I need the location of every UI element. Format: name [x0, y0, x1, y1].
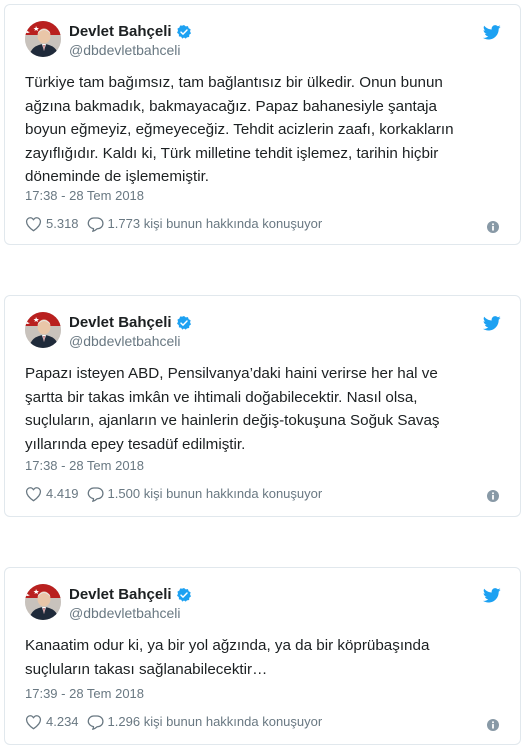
tweet-actions: 4.419 1.500 kişi bunun hakkında konuşuyo… [25, 486, 322, 502]
tweet-timestamp[interactable]: 17:38 - 28 Tem 2018 [25, 188, 144, 204]
tweet-card: Devlet Bahçeli @dbdevletbahceli Kanaatim… [4, 567, 521, 745]
display-name[interactable]: Devlet Bahçeli [69, 586, 172, 604]
tweet-text: Papazı isteyen ABD, Pensilvanya’daki hai… [25, 365, 440, 453]
avatar[interactable] [25, 21, 61, 57]
heart-icon [25, 714, 42, 730]
twitter-bird-icon[interactable] [482, 316, 501, 331]
twitter-bird-icon[interactable] [482, 25, 501, 40]
like-button[interactable]: 4.234 [25, 714, 79, 730]
conversation-link[interactable]: 1.500 kişi bunun hakkında konuşuyor [87, 486, 323, 502]
tweet-card: Devlet Bahçeli @dbdevletbahceli Türkiye … [4, 4, 521, 245]
tweet-actions: 4.234 1.296 kişi bunun hakkında konuşuyo… [25, 714, 322, 730]
avatar[interactable] [25, 312, 61, 348]
verified-badge-icon [176, 315, 192, 331]
verified-badge-icon [176, 24, 192, 40]
tweet-text: Kanaatim odur ki, ya bir yol ağzında, ya… [25, 637, 430, 678]
conversation-link[interactable]: 1.296 kişi bunun hakkında konuşuyor [87, 714, 323, 730]
like-count: 5.318 [46, 216, 79, 231]
user-handle[interactable]: @dbdevletbahceli [69, 42, 181, 58]
info-icon[interactable] [487, 220, 499, 233]
tweet-text: Türkiye tam bağımsız, tam bağlantısız bi… [25, 74, 454, 185]
conversation-link[interactable]: 1.773 kişi bunun hakkında konuşuyor [87, 216, 323, 232]
tweet-actions: 5.318 1.773 kişi bunun hakkında konuşuyo… [25, 216, 322, 232]
tweet-timestamp[interactable]: 17:38 - 28 Tem 2018 [25, 458, 144, 474]
like-count: 4.419 [46, 486, 79, 501]
info-icon[interactable] [487, 718, 499, 731]
conversation-count: 1.296 kişi bunun hakkında konuşuyor [107, 714, 323, 729]
speech-bubble-icon [87, 486, 104, 502]
like-count: 4.234 [46, 714, 79, 729]
speech-bubble-icon [87, 714, 104, 730]
heart-icon [25, 216, 42, 232]
display-name[interactable]: Devlet Bahçeli [69, 314, 172, 332]
like-button[interactable]: 4.419 [25, 486, 79, 502]
like-button[interactable]: 5.318 [25, 216, 79, 232]
conversation-count: 1.773 kişi bunun hakkında konuşuyor [107, 216, 323, 231]
tweet-timestamp[interactable]: 17:39 - 28 Tem 2018 [25, 686, 144, 702]
user-handle[interactable]: @dbdevletbahceli [69, 605, 181, 621]
avatar[interactable] [25, 584, 61, 620]
twitter-bird-icon[interactable] [482, 588, 501, 603]
display-name[interactable]: Devlet Bahçeli [69, 23, 172, 41]
speech-bubble-icon [87, 216, 104, 232]
conversation-count: 1.500 kişi bunun hakkında konuşuyor [107, 486, 323, 501]
user-handle[interactable]: @dbdevletbahceli [69, 333, 181, 349]
heart-icon [25, 486, 42, 502]
verified-badge-icon [176, 587, 192, 603]
info-icon[interactable] [487, 489, 499, 502]
tweet-card: Devlet Bahçeli @dbdevletbahceli Papazı i… [4, 295, 521, 517]
